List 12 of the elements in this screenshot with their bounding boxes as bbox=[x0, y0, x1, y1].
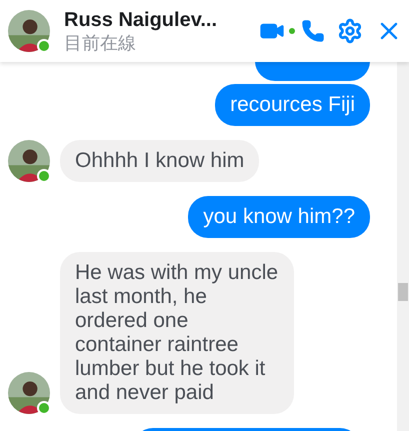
scrollbar[interactable] bbox=[397, 62, 409, 431]
status-text: 目前在線 bbox=[64, 32, 137, 54]
sent-message: you know him?? bbox=[188, 196, 370, 238]
settings-button[interactable] bbox=[337, 18, 363, 44]
phone-button[interactable] bbox=[301, 19, 325, 43]
settings-icon bbox=[337, 18, 363, 44]
phone-icon bbox=[301, 19, 325, 43]
contact-name[interactable]: Russ Naigulev... bbox=[64, 8, 254, 32]
received-message: Ohhhh I know him bbox=[60, 140, 260, 182]
sent-message: recources Fiji bbox=[215, 84, 370, 126]
avatar bbox=[8, 10, 50, 52]
received-message: He was with my uncle last month, he ordered one container raintree lumber but he took it and never paid bbox=[60, 252, 294, 414]
